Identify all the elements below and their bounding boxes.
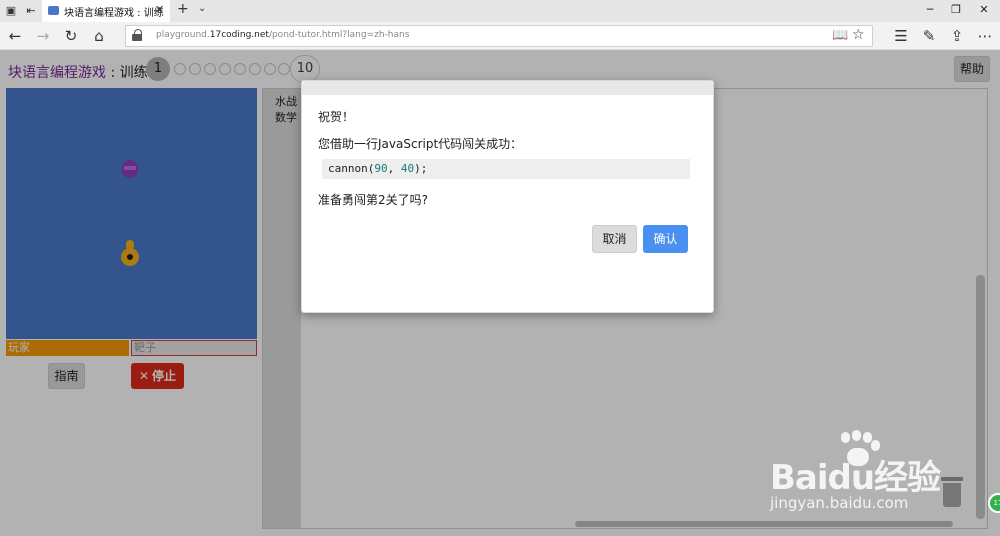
web-note-icon[interactable]: ✎ [920,27,938,45]
baidu-jingyan-watermark: Baidu经验 jingyan.baidu.com [770,430,970,536]
refresh-icon[interactable]: ↻ [62,27,80,45]
url-text: playground.17coding.net/pond-tutor.html?… [156,30,410,40]
dialog-congrats: 祝贺！ [318,110,355,124]
browser-tab-bar: ▣ ⇤ 块语言编程游戏 : 训练 ✕ + ⌄ ─ ❐ ✕ [0,0,1000,22]
confirm-button[interactable]: 确认 [643,225,688,253]
browser-nav-bar: ← → ↻ ⌂ playground.17coding.net/pond-tut… [0,22,1000,50]
set-aside-tabs-icon[interactable]: ⇤ [24,4,38,18]
favorites-hub-icon[interactable]: ☰ [892,27,910,45]
home-icon[interactable]: ⌂ [90,27,108,45]
dialog-header [302,81,713,95]
favorite-star-icon[interactable]: ☆ [852,27,865,43]
share-icon[interactable]: ⇪ [948,27,966,45]
success-dialog: 祝贺！ 您借助一行JavaScript代码闯关成功： cannon(90, 40… [301,80,714,313]
minimize-icon[interactable]: ─ [922,3,938,16]
dialog-code: cannon(90, 40); [322,159,690,179]
cancel-button[interactable]: 取消 [592,225,637,253]
more-icon[interactable]: ⋯ [976,27,994,45]
lock-icon [132,29,142,41]
restore-icon[interactable]: ❐ [948,3,964,16]
back-icon[interactable]: ← [6,27,24,45]
forward-icon[interactable]: → [34,27,52,45]
watermark-brand: Baidu经验 [770,458,941,498]
tab-title: 块语言编程游戏 : 训练 [64,8,164,19]
watermark-url: jingyan.baidu.com [770,494,909,512]
address-bar[interactable]: playground.17coding.net/pond-tutor.html?… [125,25,873,47]
tab-close-icon[interactable]: ✕ [155,3,164,16]
tab-actions-icon[interactable]: ▣ [4,4,18,18]
reading-view-icon[interactable]: 📖 [832,28,848,43]
dialog-message: 您借助一行JavaScript代码闯关成功： [318,137,523,151]
tab-list-chevron-icon[interactable]: ⌄ [198,3,206,14]
new-tab-icon[interactable]: + [177,1,189,17]
favicon-icon [48,6,59,15]
browser-tab[interactable]: 块语言编程游戏 : 训练 ✕ [42,0,170,22]
dialog-question: 准备勇闯第2关了吗? [318,193,429,207]
window-close-icon[interactable]: ✕ [976,3,992,16]
